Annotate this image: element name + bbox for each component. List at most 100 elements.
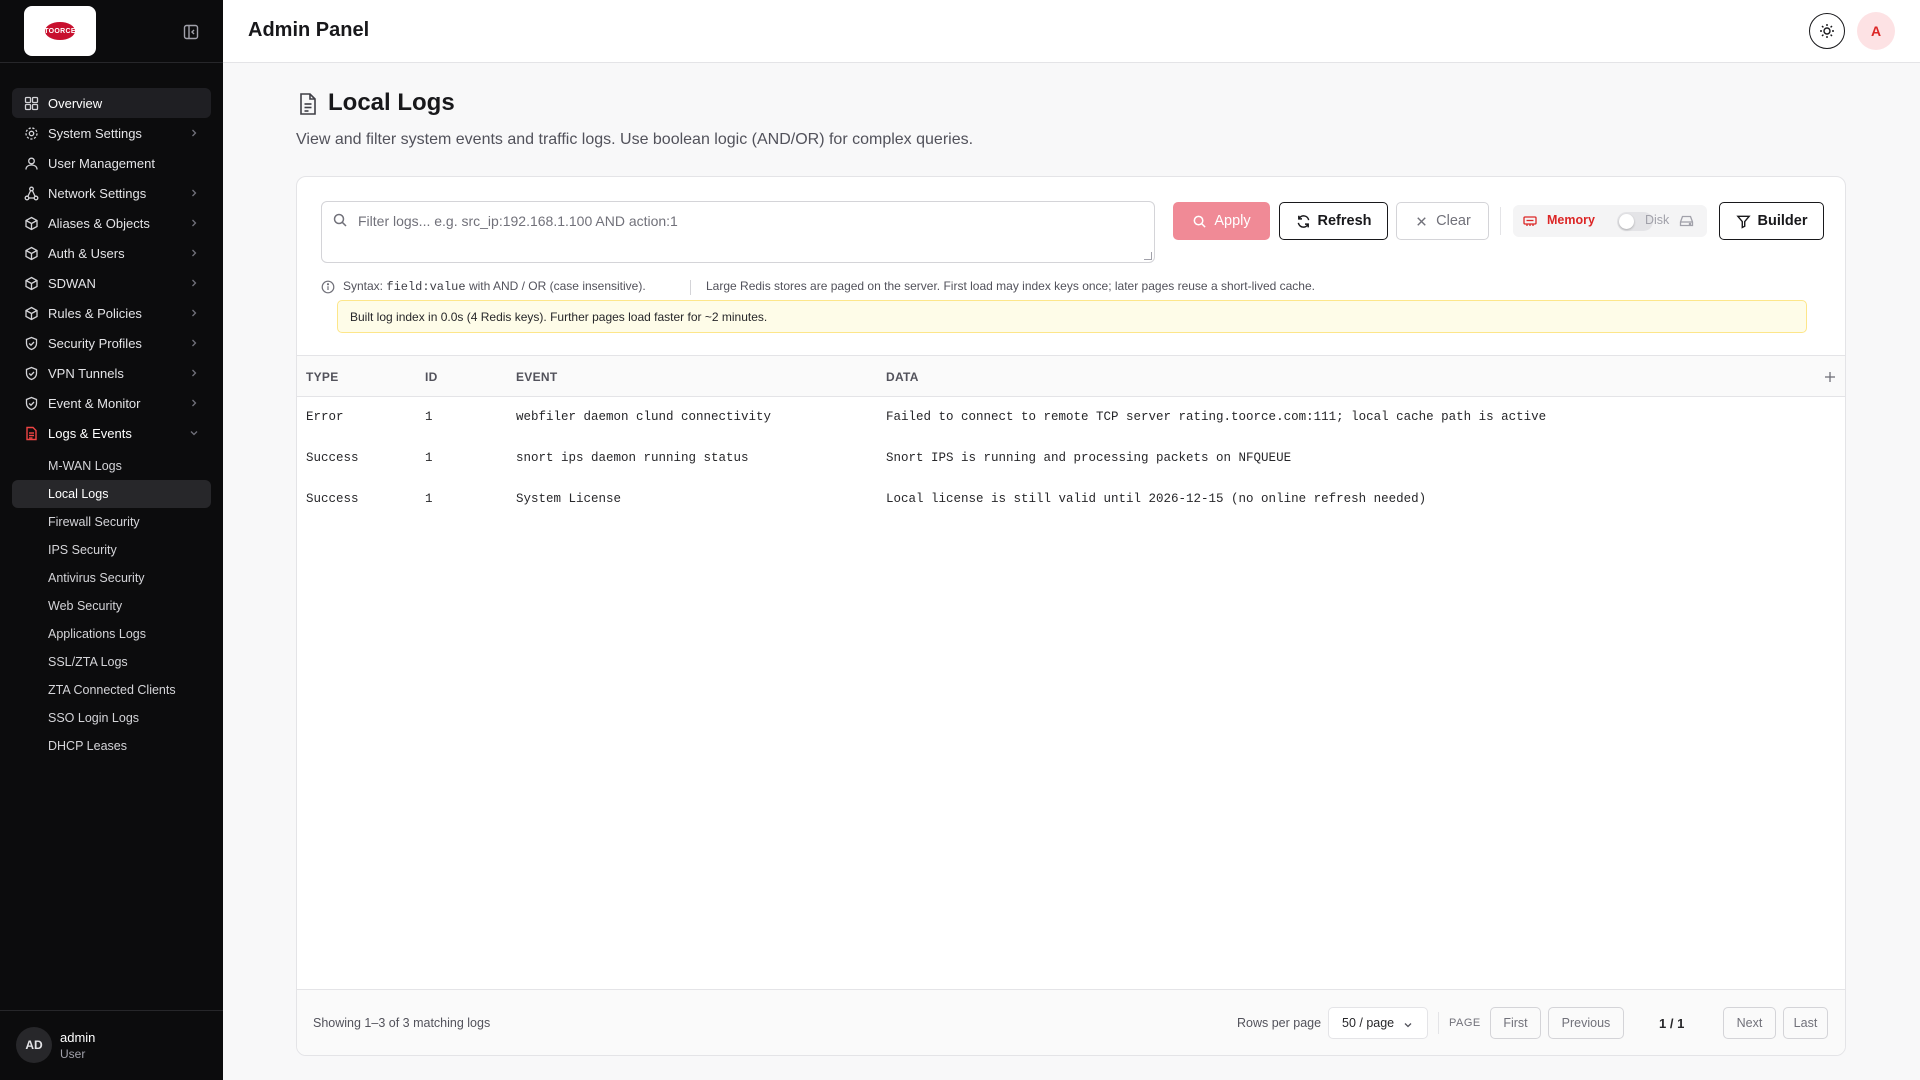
sidebar-item-rules-policies[interactable]: Rules & Policies (12, 298, 211, 328)
memory-label[interactable]: Memory (1547, 213, 1595, 227)
network-icon (24, 186, 39, 201)
syntax-operators: AND / OR (492, 279, 547, 293)
sidebar-item-label: Logs & Events (48, 425, 132, 441)
sidebar-item-overview[interactable]: Overview (12, 88, 211, 118)
chevron-right-icon (189, 308, 199, 318)
sidebar-subitem-mwan-logs[interactable]: M-WAN Logs (12, 452, 211, 480)
close-icon (1414, 214, 1429, 229)
next-page-button[interactable]: Next (1723, 1007, 1776, 1039)
sidebar-user[interactable]: AD admin User (0, 1010, 223, 1080)
sidebar-item-label: Aliases & Objects (48, 215, 150, 231)
chevron-right-icon (189, 248, 199, 258)
previous-page-button[interactable]: Previous (1548, 1007, 1624, 1039)
chevron-down-icon (1403, 1020, 1413, 1030)
sidebar-item-vpn-tunnels[interactable]: VPN Tunnels (12, 358, 211, 388)
sidebar-item-user-management[interactable]: User Management (12, 148, 211, 178)
cell-event: snort ips daemon running status (516, 451, 749, 465)
table-row[interactable]: Error 1 webfiler daemon clund connectivi… (297, 397, 1845, 438)
disk-label[interactable]: Disk (1645, 213, 1669, 227)
memory-icon (1523, 215, 1537, 227)
first-page-button[interactable]: First (1490, 1007, 1541, 1039)
table-row[interactable]: Success 1 System License Local license i… (297, 479, 1845, 520)
sidebar-subitem-antivirus-security[interactable]: Antivirus Security (12, 564, 211, 592)
sidebar-item-aliases-objects[interactable]: Aliases & Objects (12, 208, 211, 238)
cube-icon (24, 216, 39, 231)
refresh-label: Refresh (1317, 213, 1372, 229)
sidebar-item-label: User Management (48, 155, 155, 171)
chevron-down-icon (189, 428, 199, 438)
info-icon (321, 280, 335, 294)
result-count: Showing 1–3 of 3 matching logs (313, 1016, 491, 1030)
cube-icon (24, 276, 39, 291)
user-icon (24, 156, 39, 171)
shield-icon (24, 336, 39, 351)
sidebar-item-network-settings[interactable]: Network Settings (12, 178, 211, 208)
cell-type: Error (306, 410, 344, 424)
chevron-right-icon (189, 338, 199, 348)
toolbar-divider (1500, 207, 1501, 235)
sidebar-subitem-zta-connected-clients[interactable]: ZTA Connected Clients (12, 676, 211, 704)
refresh-button[interactable]: Refresh (1279, 202, 1388, 240)
table-row[interactable]: Success 1 snort ips daemon running statu… (297, 438, 1845, 479)
syntax-divider (690, 280, 691, 295)
sidebar-item-security-profiles[interactable]: Security Profiles (12, 328, 211, 358)
page-title: Local Logs (328, 89, 455, 116)
user-avatar-button[interactable]: A (1857, 12, 1895, 50)
top-bar: Admin Panel A (223, 0, 1920, 63)
sidebar-item-label: Auth & Users (48, 245, 125, 261)
sun-icon (1819, 23, 1835, 39)
column-header-type[interactable]: TYPE (306, 370, 339, 384)
add-column-icon[interactable] (1823, 370, 1837, 384)
hard-drive-icon (1679, 214, 1694, 228)
last-page-button[interactable]: Last (1783, 1007, 1828, 1039)
sidebar-subitem-sso-login-logs[interactable]: SSO Login Logs (12, 704, 211, 732)
chevron-right-icon (189, 188, 199, 198)
sidebar-item-logs-events[interactable]: Logs & Events (12, 418, 211, 448)
cell-type: Success (306, 451, 359, 465)
sidebar-collapse-icon[interactable] (182, 23, 200, 41)
clear-label: Clear (1436, 213, 1471, 229)
sidebar-item-sdwan[interactable]: SDWAN (12, 268, 211, 298)
sidebar-subitem-ssl-zta-logs[interactable]: SSL/ZTA Logs (12, 648, 211, 676)
filter-input[interactable] (358, 211, 1138, 251)
rows-per-page-value: 50 / page (1342, 1016, 1395, 1030)
cube-icon (24, 306, 39, 321)
cell-data: Failed to connect to remote TCP server r… (886, 410, 1547, 424)
shield-icon (24, 396, 39, 411)
gear-icon (24, 126, 39, 141)
sidebar-item-label: Rules & Policies (48, 305, 142, 321)
sidebar-subitem-firewall-security[interactable]: Firewall Security (12, 508, 211, 536)
sidebar-item-auth-users[interactable]: Auth & Users (12, 238, 211, 268)
sidebar-item-label: VPN Tunnels (48, 365, 124, 381)
clear-button[interactable]: Clear (1396, 202, 1489, 240)
apply-button[interactable]: Apply (1173, 202, 1270, 240)
builder-label: Builder (1757, 213, 1808, 229)
sidebar-subitem-ips-security[interactable]: IPS Security (12, 536, 211, 564)
redis-note: Large Redis stores are paged on the serv… (706, 279, 1315, 293)
sidebar-subitem-applications-logs[interactable]: Applications Logs (12, 620, 211, 648)
cell-data: Snort IPS is running and processing pack… (886, 451, 1292, 465)
syntax-code: field:value (386, 280, 466, 294)
pagination-divider (1438, 1012, 1439, 1034)
sidebar-item-system-settings[interactable]: System Settings (12, 118, 211, 148)
sidebar-subitem-dhcp-leases[interactable]: DHCP Leases (12, 732, 211, 760)
apply-label: Apply (1214, 213, 1251, 229)
cell-data: Local license is still valid until 2026-… (886, 492, 1427, 506)
sidebar-subitem-local-logs[interactable]: Local Logs (12, 480, 211, 508)
brand-logo[interactable]: TOORCE (24, 6, 96, 56)
resize-handle[interactable] (1144, 252, 1152, 260)
avatar: AD (16, 1027, 52, 1063)
column-header-event[interactable]: EVENT (516, 370, 558, 384)
sidebar-item-event-monitor[interactable]: Event & Monitor (12, 388, 211, 418)
sidebar-item-label: Event & Monitor (48, 395, 141, 411)
table-header: TYPE ID EVENT DATA (297, 355, 1845, 397)
cell-id: 1 (425, 410, 433, 424)
column-header-id[interactable]: ID (425, 370, 438, 384)
sidebar-subitem-web-security[interactable]: Web Security (12, 592, 211, 620)
chevron-right-icon (189, 368, 199, 378)
theme-toggle-button[interactable] (1809, 13, 1845, 49)
filter-icon (1735, 214, 1751, 229)
builder-button[interactable]: Builder (1719, 202, 1824, 240)
column-header-data[interactable]: DATA (886, 370, 919, 384)
rows-per-page-select[interactable]: 50 / page (1328, 1007, 1428, 1039)
